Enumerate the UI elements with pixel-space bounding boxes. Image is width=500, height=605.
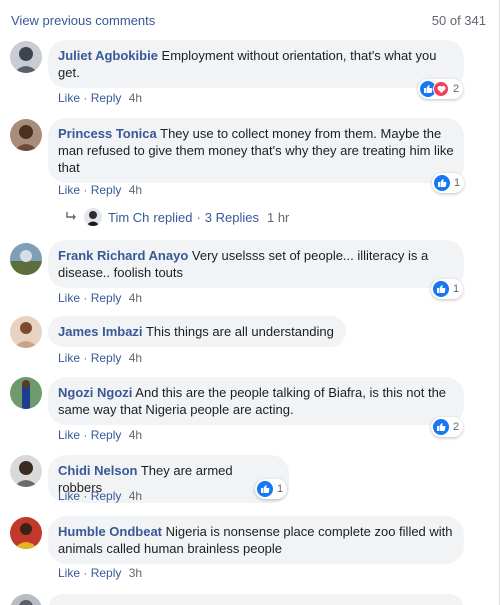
reaction-summary[interactable]: 2 <box>431 417 464 437</box>
comment-time: 4h <box>128 183 143 197</box>
comment-author[interactable]: Humble Ondbeat <box>58 524 162 539</box>
reaction-summary[interactable]: 1 <box>255 479 288 499</box>
avatar[interactable] <box>10 119 42 151</box>
reaction-count: 1 <box>454 177 461 189</box>
comment-bubble: Humble Ondbeat Nigeria is nonsense place… <box>48 516 464 564</box>
like-link[interactable]: Like <box>58 351 80 365</box>
like-link[interactable]: Like <box>58 489 80 503</box>
comment-text: This things are all understanding <box>145 324 334 339</box>
comment-time: 4h <box>128 428 143 442</box>
reaction-count: 1 <box>453 283 460 295</box>
comment-time: 4h <box>128 351 143 365</box>
separator: · <box>83 428 88 442</box>
comment-bubble: Princess Tonica They use to collect mone… <box>48 118 464 183</box>
reply-link[interactable]: Reply <box>91 291 122 305</box>
comment-time: 3h <box>128 566 143 580</box>
avatar[interactable] <box>10 243 42 275</box>
view-previous-comments-link[interactable]: View previous comments <box>11 13 155 28</box>
separator: · <box>83 489 88 503</box>
reply-link[interactable]: Reply <box>91 489 122 503</box>
comment-author[interactable]: James Imbazi <box>58 324 143 339</box>
reply-author[interactable]: Tim Ch <box>108 210 149 225</box>
separator: · <box>83 183 88 197</box>
separator: · <box>83 91 88 105</box>
reply-link[interactable]: Reply <box>91 183 122 197</box>
comment-author[interactable]: Chidi Nelson <box>58 463 137 478</box>
comment-actions: Like · Reply 4h <box>58 351 142 365</box>
comment-bubble: Frank Richard Anayo Very uselsss set of … <box>48 240 464 288</box>
separator: · <box>83 291 88 305</box>
avatar[interactable] <box>10 455 42 487</box>
comment-bubble: Ngozi Ngozi And this are the people talk… <box>48 377 464 425</box>
like-link[interactable]: Like <box>58 291 80 305</box>
comment-count: 50 of 341 <box>431 13 486 28</box>
replies-count[interactable]: 3 Replies <box>205 210 259 225</box>
reply-verb: replied <box>153 209 193 225</box>
avatar[interactable] <box>10 377 42 409</box>
separator: · <box>196 209 201 225</box>
like-icon <box>433 281 449 297</box>
comment-time: 4h <box>128 489 143 503</box>
reply-link[interactable]: Reply <box>91 566 122 580</box>
reaction-summary[interactable]: 1 <box>431 279 464 299</box>
love-icon <box>433 81 449 97</box>
comments-panel: View previous comments 50 of 341 Juliet … <box>0 0 500 605</box>
reaction-count: 2 <box>453 421 460 433</box>
comment-author[interactable]: Princess Tonica <box>58 126 157 141</box>
like-link[interactable]: Like <box>58 566 80 580</box>
reaction-count: 2 <box>453 83 460 95</box>
reply-link[interactable]: Reply <box>91 428 122 442</box>
like-link[interactable]: Like <box>58 183 80 197</box>
avatar[interactable] <box>10 41 42 73</box>
avatar[interactable] <box>10 594 42 605</box>
reply-link[interactable]: Reply <box>91 91 122 105</box>
comment-actions: Like · Reply 4h <box>58 183 142 197</box>
view-replies-link[interactable]: Tim Ch replied · 3 Replies 1 hr <box>66 207 289 227</box>
comment-actions: Like · Reply 4h <box>58 91 142 105</box>
like-icon <box>433 419 449 435</box>
separator: · <box>83 566 88 580</box>
comment-actions: Like · Reply 4h <box>58 291 142 305</box>
reply-link[interactable]: Reply <box>91 351 122 365</box>
avatar <box>84 208 102 226</box>
comment-bubble: James Imbazi This things are all underst… <box>48 316 346 347</box>
comment-actions: Like · Reply 4h <box>58 428 142 442</box>
like-icon <box>257 481 273 497</box>
comment-author[interactable]: Juliet Agbokibie <box>58 48 158 63</box>
reaction-summary[interactable]: 2 <box>418 79 464 99</box>
reply-time: 1 hr <box>266 209 290 225</box>
separator: · <box>83 351 88 365</box>
like-link[interactable]: Like <box>58 91 80 105</box>
comments-header: View previous comments 50 of 341 <box>11 13 486 31</box>
comment-time: 4h <box>128 291 143 305</box>
comment-actions: Like · Reply 4h <box>58 489 142 503</box>
comment-actions: Like · Reply 3h <box>58 566 142 580</box>
reply-arrow-icon <box>66 210 78 225</box>
comment-time: 4h <box>128 91 143 105</box>
reaction-count: 1 <box>277 483 284 495</box>
like-link[interactable]: Like <box>58 428 80 442</box>
like-icon <box>434 175 450 191</box>
avatar[interactable] <box>10 316 42 348</box>
comment-author[interactable]: Ngozi Ngozi <box>58 385 132 400</box>
comment-author[interactable]: Frank Richard Anayo <box>58 248 188 263</box>
avatar[interactable] <box>10 517 42 549</box>
comment-bubble: Juliet Agbokibie Employment without orie… <box>48 40 464 88</box>
comment-bubble <box>48 594 464 605</box>
reaction-summary[interactable]: 1 <box>432 173 465 193</box>
